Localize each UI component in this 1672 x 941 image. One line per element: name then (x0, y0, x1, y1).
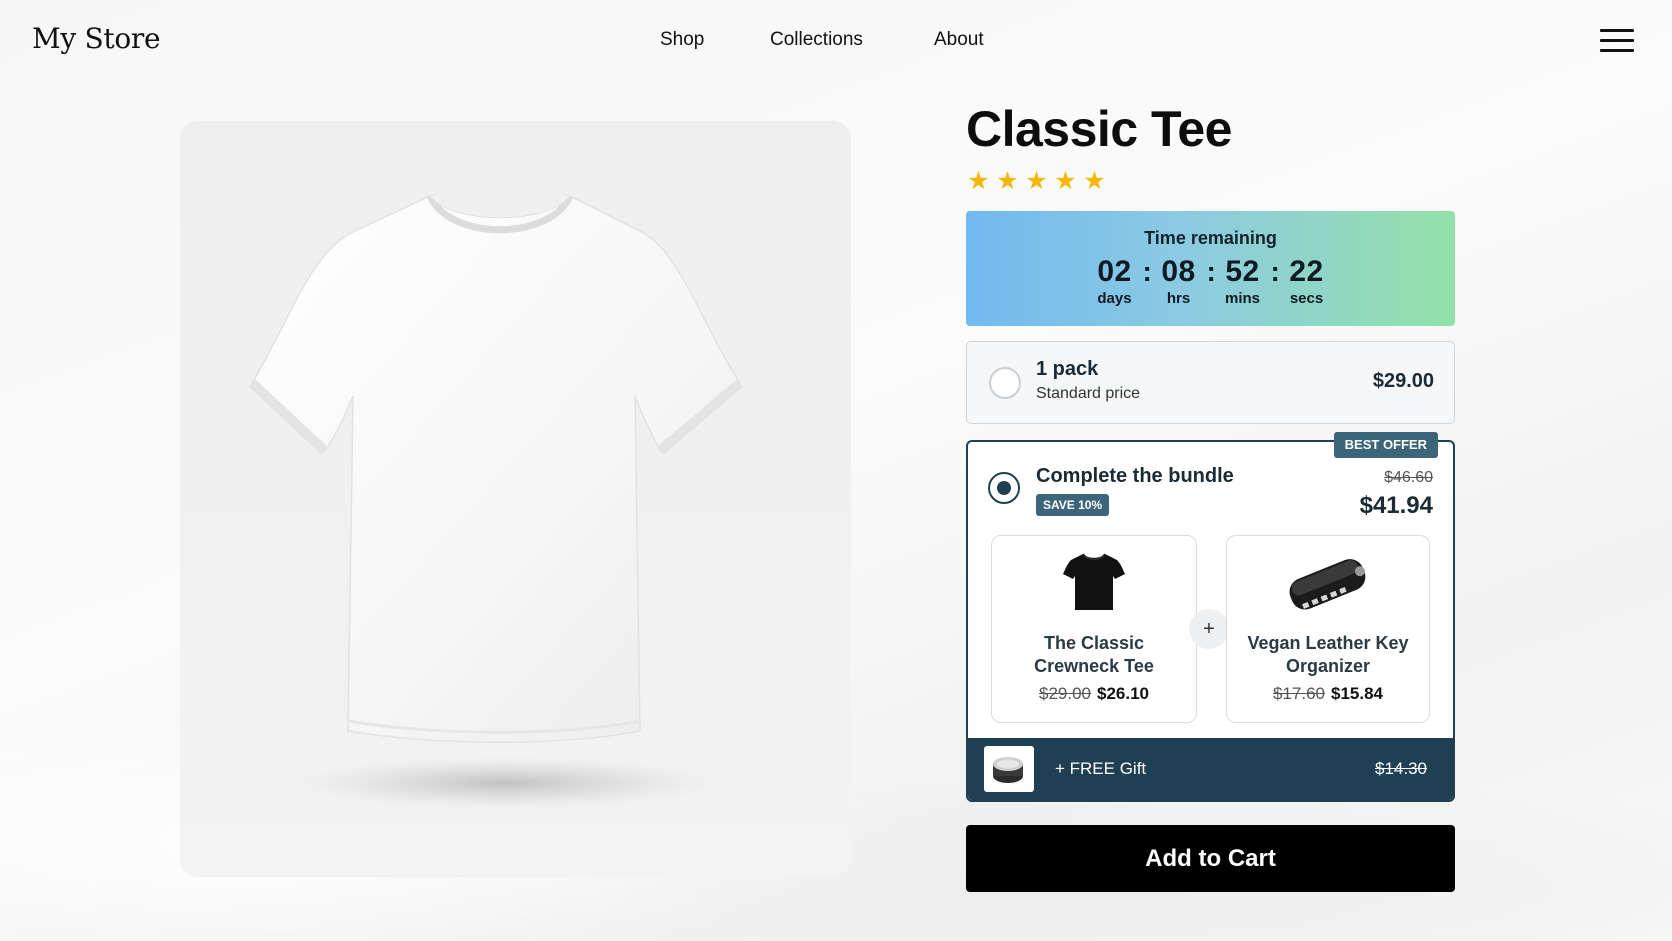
black-tshirt-icon (1063, 553, 1125, 610)
nav-shop-link[interactable]: Shop (660, 29, 704, 51)
timer-seconds-value: 22 (1289, 255, 1324, 288)
bundle-item-card[interactable]: The Classic Crewneck Tee $29.00 $26.10 (991, 535, 1197, 723)
free-gift-bar: + FREE Gift $14.30 (968, 738, 1453, 800)
bundle-item-price: $26.10 (1097, 684, 1149, 703)
single-pack-price: $29.00 (1372, 370, 1434, 392)
timer-days-value: 02 (1097, 255, 1132, 288)
key-organizer-icon (1289, 559, 1366, 610)
timer-values: 02 days : 08 hrs : 52 mins : 22 secs (966, 255, 1455, 307)
menu-icon-line (1600, 49, 1634, 52)
site-header: My Store Shop Collections About (0, 0, 1672, 84)
menu-icon[interactable] (1600, 28, 1634, 54)
white-tshirt-illustration (248, 194, 744, 809)
free-gift-price: $14.30 (1375, 759, 1427, 778)
timer-separator: : (1206, 256, 1216, 287)
rating-stars: ★ ★ ★ ★ ★ (966, 168, 1107, 194)
timer-label: Time remaining (1144, 228, 1277, 248)
bundle-price: $41.94 (1359, 492, 1433, 519)
add-to-cart-button[interactable]: Add to Cart (966, 825, 1455, 892)
timer-minutes-label: mins (1224, 290, 1260, 307)
bundle-item-name: Vegan Leather Key Organizer (1247, 633, 1409, 676)
menu-icon-line (1600, 39, 1634, 42)
bundle-title: Complete the bundle (1036, 465, 1234, 487)
bundle-item-old-price: $29.00 (1039, 684, 1091, 703)
timer-seconds-label: secs (1289, 290, 1324, 307)
bundle-item-price: $15.84 (1331, 684, 1383, 703)
bundle-radio[interactable] (988, 472, 1020, 504)
timer-hours: 08 hrs (1151, 255, 1207, 307)
plus-icon: + (1189, 609, 1229, 649)
option-single-pack[interactable]: 1 pack Standard price $29.00 (966, 341, 1455, 424)
option-bundle[interactable]: BEST OFFER Complete the bundle SAVE 10% … (966, 432, 1455, 802)
bundle-item-card[interactable]: Vegan Leather Key Organizer $17.60 $15.84 (1226, 535, 1430, 723)
free-gift-label: + FREE Gift (1055, 759, 1147, 778)
single-pack-radio[interactable] (989, 367, 1021, 399)
bundle-item-name: The Classic Crewneck Tee (1034, 633, 1154, 676)
bundle-item-old-price: $17.60 (1273, 684, 1325, 703)
timer-days-label: days (1097, 290, 1132, 307)
star-icon: ★ (1083, 167, 1106, 195)
bundle-old-price: $46.60 (1384, 469, 1433, 486)
timer-hours-label: hrs (1166, 290, 1191, 307)
timer-separator: : (1270, 256, 1280, 287)
timer-minutes-value: 52 (1225, 255, 1260, 288)
product-image[interactable] (180, 121, 851, 877)
star-icon: ★ (1025, 167, 1048, 195)
countdown-timer: Time remaining 02 days : 08 hrs : 52 min… (966, 211, 1455, 326)
store-logo[interactable]: My Store (32, 22, 161, 55)
timer-hours-value: 08 (1161, 255, 1196, 288)
bundle-item-prices: $29.00 $26.10 (992, 684, 1196, 704)
best-offer-badge: BEST OFFER (1333, 432, 1438, 458)
timer-days: 02 days (1087, 255, 1143, 307)
single-pack-title: 1 pack (1036, 358, 1099, 380)
nav-collections-link[interactable]: Collections (770, 29, 863, 51)
gift-thumbnail (984, 746, 1034, 792)
timer-seconds: 22 secs (1279, 255, 1335, 307)
star-icon: ★ (996, 167, 1019, 195)
save-badge: SAVE 10% (1036, 494, 1110, 516)
timer-minutes: 52 mins (1215, 255, 1271, 307)
product-title: Classic Tee (966, 101, 1232, 157)
timer-separator: : (1142, 256, 1152, 287)
gift-tin-icon (993, 757, 1023, 783)
nav-about-link[interactable]: About (934, 29, 984, 51)
single-pack-subtitle: Standard price (1036, 385, 1141, 402)
bundle-item-prices: $17.60 $15.84 (1227, 684, 1429, 704)
star-icon: ★ (967, 167, 990, 195)
menu-icon-line (1600, 29, 1634, 32)
star-icon: ★ (1054, 167, 1077, 195)
